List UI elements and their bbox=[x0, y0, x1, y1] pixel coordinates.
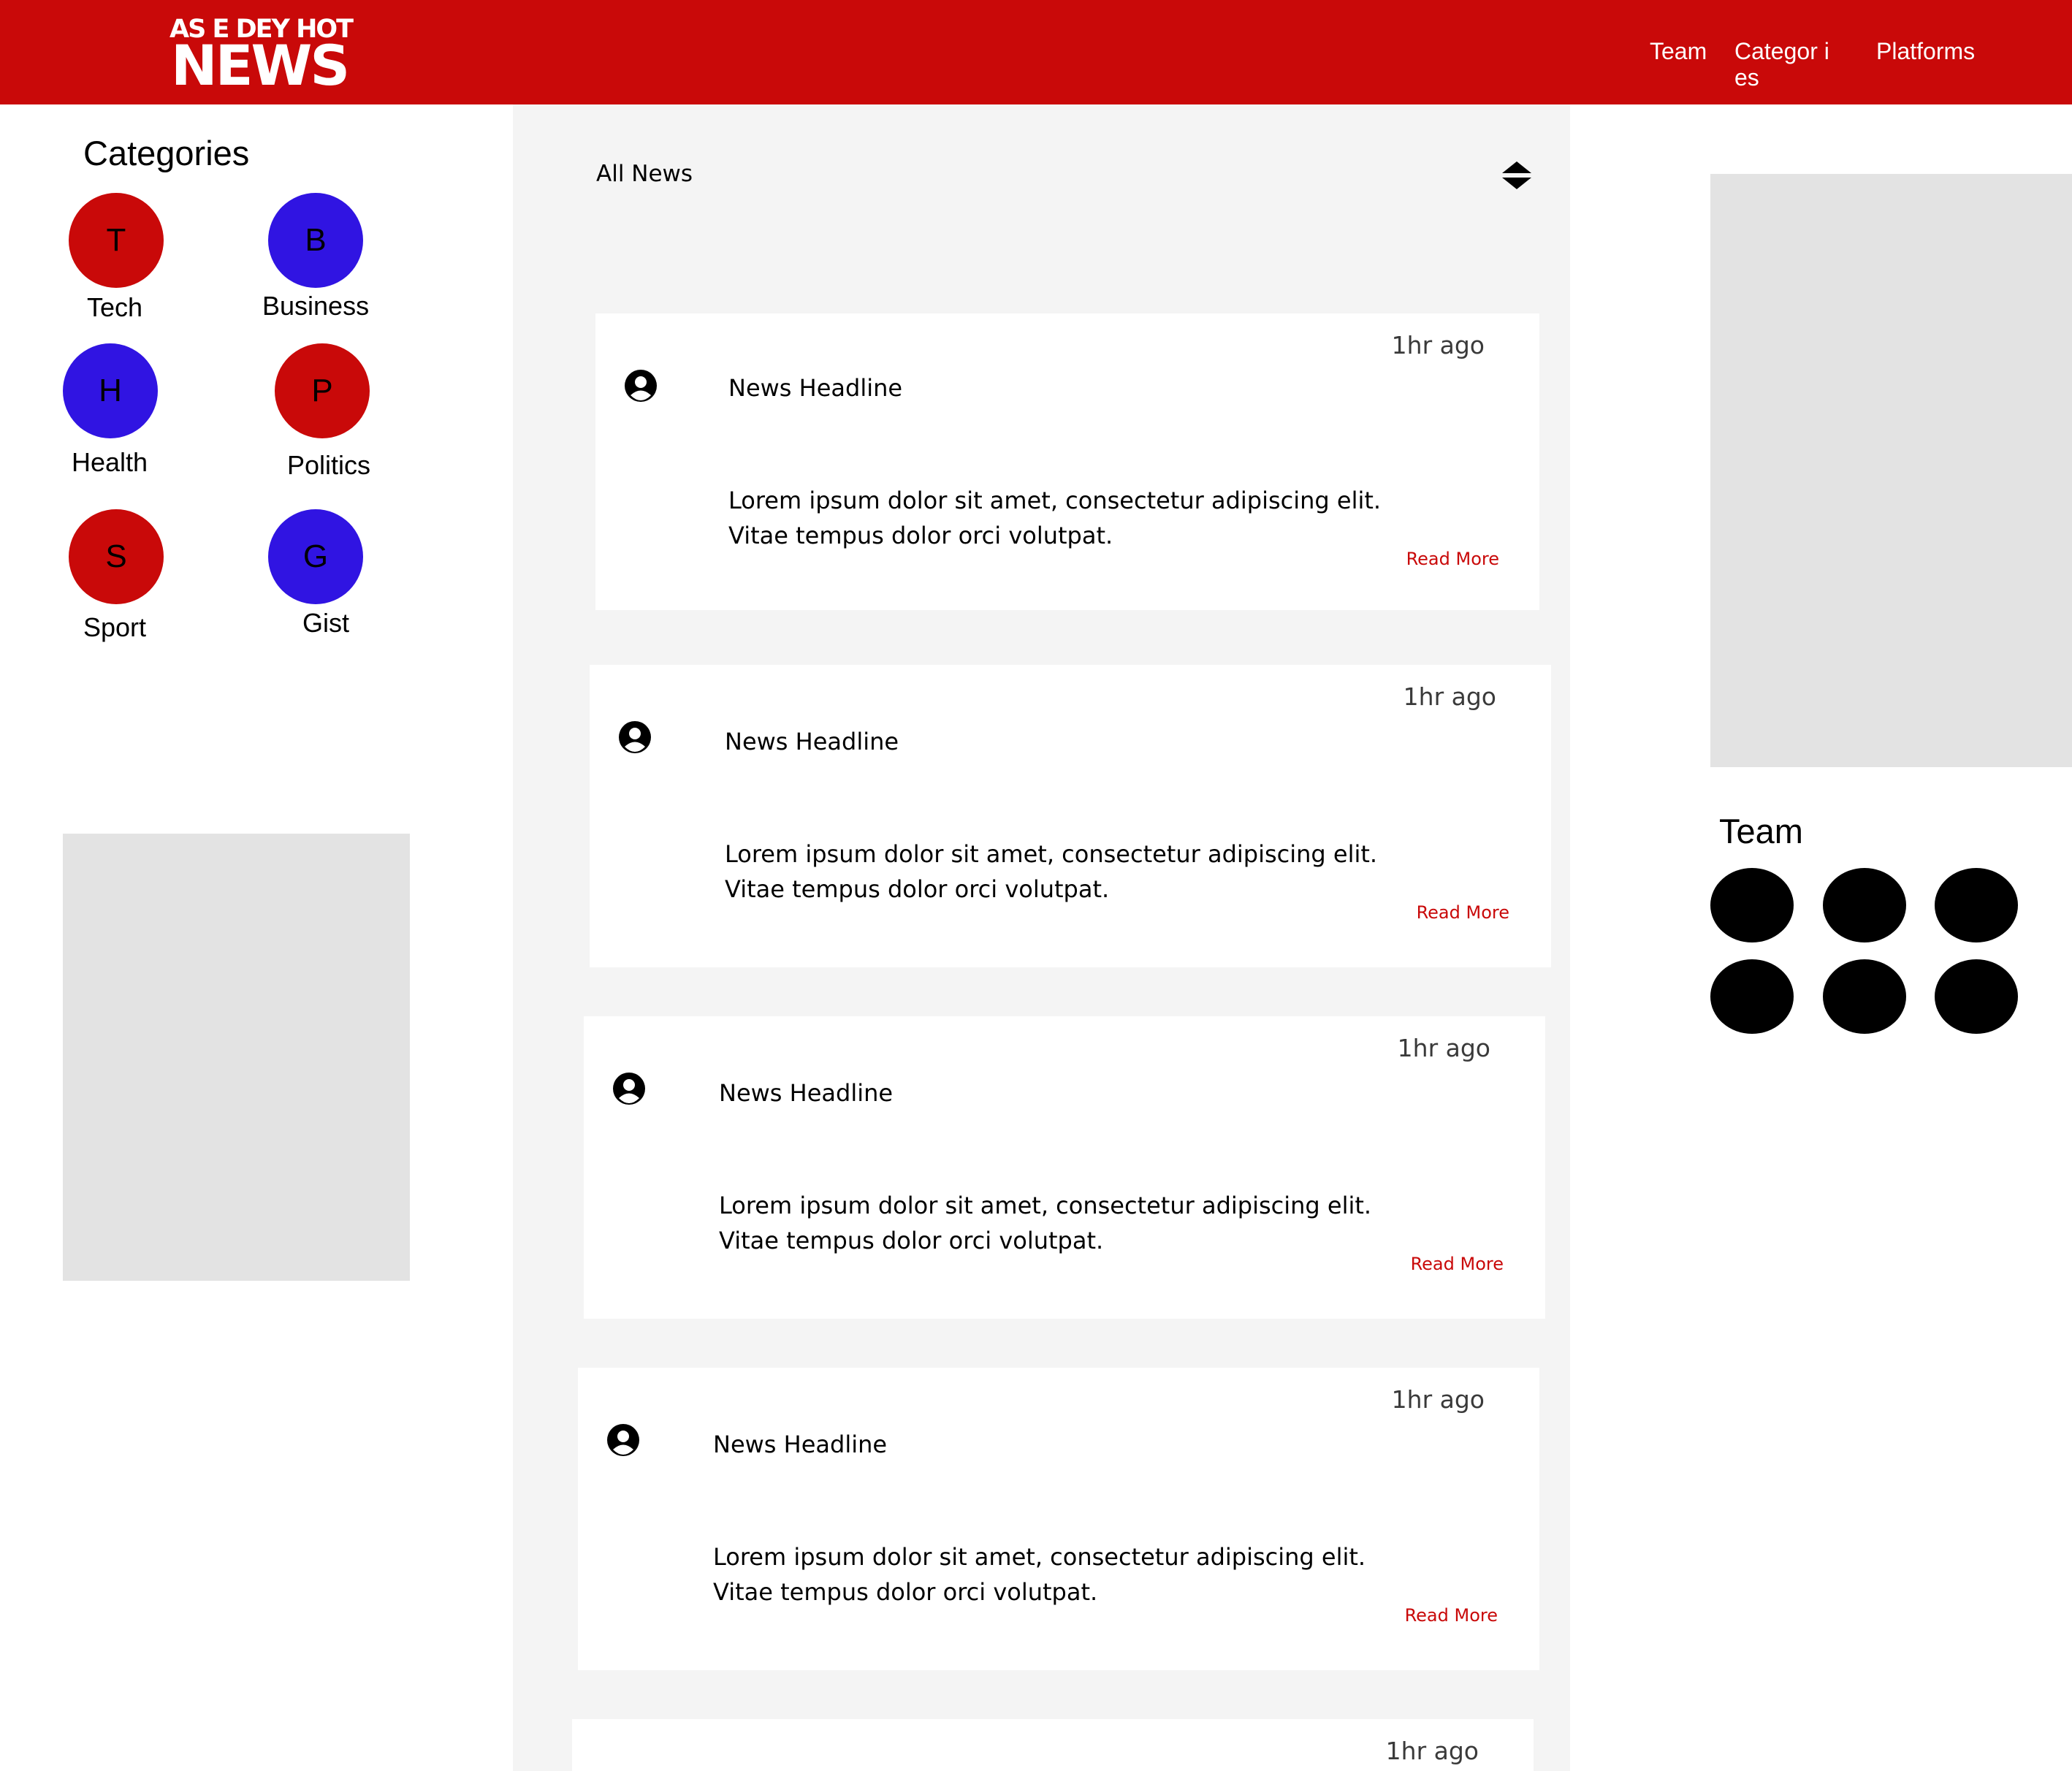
category-initial: S bbox=[105, 538, 127, 574]
team-member-avatar[interactable] bbox=[1935, 868, 2018, 942]
category-politics-label[interactable]: Politics bbox=[287, 450, 370, 481]
card-body-line: Lorem ipsum dolor sit amet, consectetur … bbox=[719, 1192, 1372, 1219]
card-body: Lorem ipsum dolor sit amet, consectetur … bbox=[713, 1539, 1366, 1610]
news-card[interactable]: 1hr ago News Headline Lorem ipsum dolor … bbox=[584, 1016, 1545, 1319]
read-more-link[interactable]: Read More bbox=[1406, 549, 1499, 569]
read-more-link[interactable]: Read More bbox=[1417, 902, 1509, 923]
news-card[interactable]: 1hr ago News Headline Lorem ipsum dolor … bbox=[590, 665, 1551, 967]
categories-title: Categories bbox=[83, 134, 250, 172]
category-initial: H bbox=[99, 373, 122, 408]
card-headline[interactable]: News Headline bbox=[725, 728, 899, 755]
team-member-avatar[interactable] bbox=[1823, 959, 1906, 1034]
category-initial: B bbox=[305, 222, 327, 258]
category-initial: P bbox=[311, 373, 333, 408]
category-gist-label[interactable]: Gist bbox=[302, 608, 349, 639]
right-ad-placeholder bbox=[1710, 174, 2072, 767]
card-timestamp: 1hr ago bbox=[1403, 682, 1496, 711]
category-tech-label[interactable]: Tech bbox=[87, 292, 142, 323]
card-headline[interactable]: News Headline bbox=[713, 1431, 887, 1458]
card-timestamp: 1hr ago bbox=[1391, 331, 1485, 359]
nav-categories[interactable]: Categor ies bbox=[1734, 38, 1837, 91]
card-body: Lorem ipsum dolor sit amet, consectetur … bbox=[719, 1188, 1371, 1258]
team-member-avatar[interactable] bbox=[1710, 959, 1794, 1034]
category-sport-label[interactable]: Sport bbox=[83, 612, 146, 643]
news-card[interactable]: 1hr ago bbox=[572, 1719, 1534, 1771]
card-body-line: Lorem ipsum dolor sit amet, consectetur … bbox=[713, 1543, 1366, 1571]
card-timestamp: 1hr ago bbox=[1391, 1385, 1485, 1414]
card-body: Lorem ipsum dolor sit amet, consectetur … bbox=[728, 483, 1381, 553]
card-body-line: Vitae tempus dolor orci volutpat. bbox=[725, 875, 1110, 903]
team-member-avatar[interactable] bbox=[1710, 868, 1794, 942]
card-headline[interactable]: News Headline bbox=[719, 1079, 893, 1107]
card-body-line: Vitae tempus dolor orci volutpat. bbox=[719, 1227, 1104, 1254]
user-avatar-icon bbox=[619, 721, 651, 753]
nav-platforms[interactable]: Platforms bbox=[1876, 38, 1975, 64]
card-headline[interactable]: News Headline bbox=[728, 374, 902, 402]
news-card[interactable]: 1hr ago News Headline Lorem ipsum dolor … bbox=[595, 313, 1539, 610]
user-avatar-icon bbox=[613, 1073, 645, 1105]
left-ad-placeholder bbox=[63, 834, 410, 1281]
user-avatar-icon bbox=[607, 1424, 639, 1456]
category-health-label[interactable]: Health bbox=[72, 447, 148, 478]
category-business-badge[interactable]: B bbox=[268, 193, 363, 288]
user-avatar-icon bbox=[625, 370, 657, 402]
card-timestamp: 1hr ago bbox=[1385, 1737, 1479, 1765]
card-body-line: Vitae tempus dolor orci volutpat. bbox=[713, 1578, 1098, 1606]
news-card[interactable]: 1hr ago News Headline Lorem ipsum dolor … bbox=[578, 1368, 1539, 1670]
category-gist-badge[interactable]: G bbox=[268, 509, 363, 604]
read-more-link[interactable]: Read More bbox=[1405, 1605, 1498, 1626]
logo-wordmark[interactable]: NEWS bbox=[171, 37, 350, 95]
top-header: AS E DEY HOT NEWS Team Categor ies Platf… bbox=[0, 0, 2072, 104]
read-more-link[interactable]: Read More bbox=[1411, 1254, 1504, 1274]
card-body-line: Lorem ipsum dolor sit amet, consectetur … bbox=[728, 487, 1382, 514]
category-initial: T bbox=[106, 222, 126, 258]
team-member-avatar[interactable] bbox=[1823, 868, 1906, 942]
team-title: Team bbox=[1719, 812, 1803, 850]
category-tech-badge[interactable]: T bbox=[69, 193, 164, 288]
category-business-label[interactable]: Business bbox=[262, 291, 369, 321]
category-politics-badge[interactable]: P bbox=[275, 343, 370, 438]
feed-filter-label[interactable]: All News bbox=[596, 161, 693, 187]
nav-team[interactable]: Team bbox=[1650, 38, 1707, 64]
card-timestamp: 1hr ago bbox=[1397, 1034, 1490, 1062]
category-health-badge[interactable]: H bbox=[63, 343, 158, 438]
card-body: Lorem ipsum dolor sit amet, consectetur … bbox=[725, 837, 1377, 907]
card-body-line: Lorem ipsum dolor sit amet, consectetur … bbox=[725, 840, 1378, 868]
sort-icon[interactable] bbox=[1501, 160, 1532, 191]
category-sport-badge[interactable]: S bbox=[69, 509, 164, 604]
team-member-avatar[interactable] bbox=[1935, 959, 2018, 1034]
category-initial: G bbox=[302, 538, 329, 574]
card-body-line: Vitae tempus dolor orci volutpat. bbox=[728, 522, 1113, 549]
